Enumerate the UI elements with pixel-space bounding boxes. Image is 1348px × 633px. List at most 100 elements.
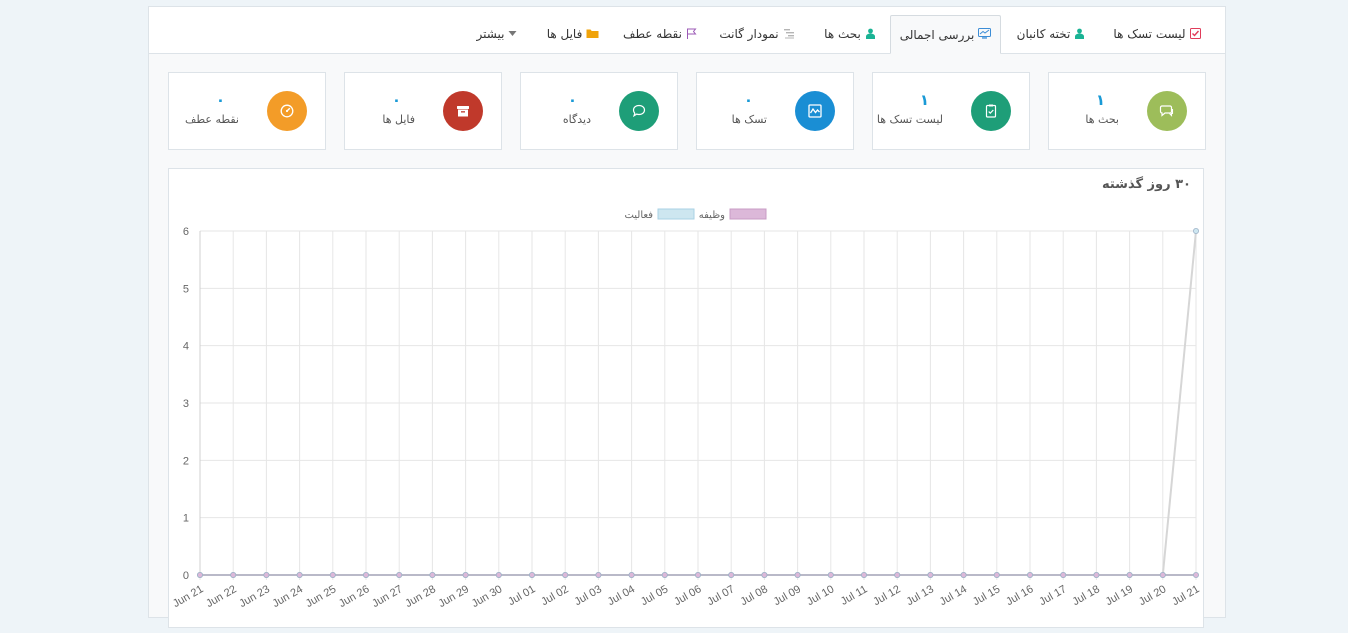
x-tick-label: Jul 16 (1004, 583, 1035, 608)
gantt-icon (783, 28, 796, 41)
data-point (794, 571, 801, 578)
y-tick-label: 4 (183, 341, 189, 353)
tab-label: بحث ها (824, 27, 861, 41)
x-tick-label: Jun 29 (436, 583, 471, 610)
data-point (960, 571, 967, 578)
users-icon (865, 28, 876, 41)
tab-label: بیشتر (476, 27, 505, 41)
stat-value: ۱ (919, 91, 929, 109)
caret-down-icon (508, 29, 517, 40)
archive-icon (443, 91, 483, 131)
stat-value: ۱ (1095, 91, 1105, 109)
data-point (1193, 228, 1200, 235)
data-point (628, 571, 635, 578)
data-point (263, 571, 270, 578)
stat-label: بحث ها (1085, 113, 1119, 126)
stat-label: تسک ها (731, 113, 767, 126)
activity-line-chart: 0123456Jun 21Jun 22Jun 23Jun 24Jun 25Jun… (171, 208, 1202, 610)
x-tick-label: Jul 02 (539, 583, 570, 608)
comment-icon (619, 91, 659, 131)
legend-label: وظیفه (699, 210, 725, 221)
x-tick-label: Jul 05 (639, 583, 670, 608)
checkbox-icon (1189, 27, 1201, 41)
x-tick-label: Jul 21 (1170, 583, 1201, 608)
tab-7[interactable]: بیشتر (465, 15, 529, 53)
project-panel: لیست تسک ها تخته کانبان بررسی اجمالی بحث ها… (148, 6, 1226, 628)
x-tick-label: Jun 25 (304, 583, 339, 610)
tab-label: فایل ها (546, 27, 583, 41)
data-point (362, 571, 369, 578)
x-tick-label: Jul 09 (772, 583, 803, 608)
data-point (462, 571, 469, 578)
x-tick-label: Jul 06 (672, 583, 703, 608)
data-point (595, 571, 602, 578)
stat-card: ۱ لیست تسک ها (872, 72, 1030, 150)
x-tick-label: Jun 26 (337, 583, 372, 610)
tab-label: لیست تسک ها (1113, 27, 1186, 41)
x-tick-label: Jun 22 (204, 583, 239, 610)
stat-label: دیدگاه (562, 113, 591, 126)
users-icon (1074, 28, 1085, 41)
tab-6[interactable]: فایل ها (531, 15, 615, 53)
y-tick-label: 3 (183, 398, 189, 410)
stat-card: ۰ دیدگاه (520, 72, 678, 150)
data-point (827, 571, 834, 578)
tab-2[interactable]: بررسی اجمالی (890, 15, 1001, 54)
stat-value: ۰ (743, 91, 753, 109)
tab-0[interactable]: لیست تسک ها (1101, 15, 1213, 53)
tab-3[interactable]: بحث ها (811, 15, 889, 53)
stat-card: ۱ بحث ها (1048, 72, 1206, 150)
stat-value: ۰ (391, 91, 401, 109)
data-point (761, 571, 768, 578)
clipboard-icon (971, 91, 1011, 131)
tab-5[interactable]: نقطه عطف (616, 15, 704, 53)
y-tick-label: 6 (183, 226, 189, 238)
data-point (993, 571, 1000, 578)
x-tick-label: Jun 28 (403, 583, 438, 610)
x-tick-label: Jun 30 (470, 583, 505, 610)
data-point (1126, 571, 1133, 578)
data-point (495, 571, 502, 578)
y-tick-label: 1 (183, 513, 189, 525)
x-tick-label: Jul 13 (904, 583, 935, 608)
data-point (661, 571, 668, 578)
x-tick-label: Jul 17 (1037, 583, 1068, 608)
x-tick-label: Jul 07 (705, 583, 736, 608)
data-point (528, 571, 535, 578)
comments-icon (1147, 91, 1187, 131)
data-point (1060, 571, 1067, 578)
tab-label: نقطه عطف (623, 27, 682, 41)
x-tick-label: Jul 03 (572, 583, 603, 608)
tab-1[interactable]: تخته کانبان (1002, 15, 1100, 53)
stat-value: ۰ (215, 91, 225, 109)
x-tick-label: Jul 01 (506, 583, 537, 608)
legend-swatch (657, 208, 695, 220)
data-point (1193, 571, 1200, 578)
x-tick-label: Jul 20 (1137, 583, 1168, 608)
y-tick-label: 2 (183, 455, 189, 467)
monitor-icon (978, 28, 992, 41)
legend-label: فعالیت (624, 210, 653, 221)
data-point (562, 571, 569, 578)
data-point (230, 571, 237, 578)
activity-chart-box: ۳۰ روز گذشته 0 1 2 3 4 5 6 Jun 21 Jun 22 Jun 23 Ju… (168, 168, 1204, 628)
tab-label: بررسی اجمالی (899, 27, 975, 42)
x-tick-label: Jun 23 (237, 583, 272, 610)
tab-label: نمودار گانت (719, 27, 779, 41)
data-point (1027, 571, 1034, 578)
tab-4[interactable]: نمودار گانت (705, 15, 810, 53)
folder-icon (586, 28, 599, 41)
data-point (927, 571, 934, 578)
x-tick-label: Jun 24 (270, 583, 305, 610)
data-point (429, 571, 436, 578)
data-point (894, 571, 901, 578)
x-tick-label: Jul 12 (871, 583, 902, 608)
overview-content: ۱ بحث ها ۱ لیست تسک ها ۰ تسک ها ۰ دیدگاه ۰ فایل ه… (149, 54, 1225, 628)
y-tick-label: 5 (183, 283, 189, 295)
stat-label: لیست تسک ها (876, 113, 943, 126)
x-tick-label: Jul 04 (606, 583, 637, 608)
data-point (196, 571, 203, 578)
data-point (695, 571, 702, 578)
stat-label: نقطه عطف (184, 113, 239, 126)
x-tick-label: Jun 21 (171, 583, 206, 610)
